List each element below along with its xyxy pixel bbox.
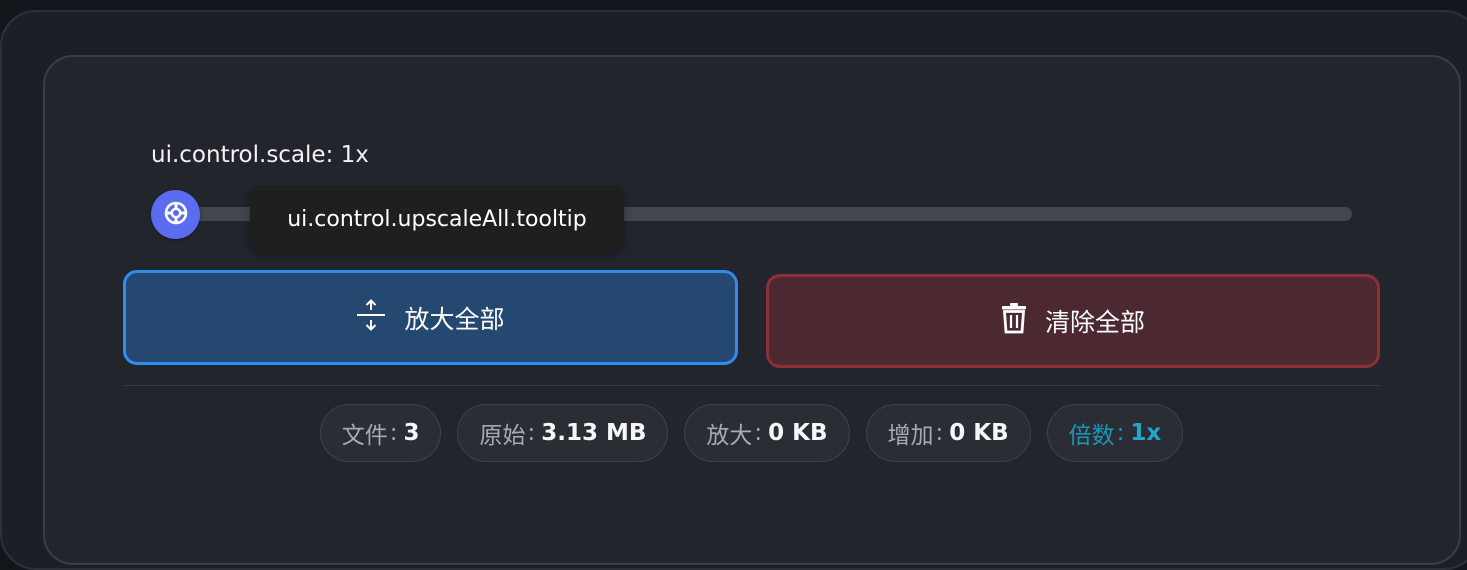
scale-slider-thumb[interactable] [151, 190, 200, 239]
expand-vertical-icon [356, 298, 386, 338]
stat-value: 1x [1130, 420, 1162, 446]
stat-upscaled-size: 放大:0 KB [684, 404, 850, 462]
stat-value: 0 KB [949, 420, 1009, 446]
stat-ratio: 倍数:1x [1046, 404, 1184, 462]
upscale-all-tooltip: ui.control.upscaleAll.tooltip [250, 186, 624, 252]
stat-value: 3.13 MB [541, 420, 647, 446]
stat-label: 放大 [706, 423, 753, 449]
stat-original-size: 原始:3.13 MB [457, 404, 669, 462]
upscale-all-label: 放大全部 [404, 304, 505, 334]
stat-increase: 增加:0 KB [865, 404, 1031, 462]
stat-value: 3 [403, 420, 420, 446]
clear-all-button[interactable]: 清除全部 [766, 274, 1380, 368]
lifebuoy-icon [163, 200, 189, 230]
scale-label: ui.control.scale: 1x [151, 142, 369, 168]
trash-icon [1001, 302, 1027, 340]
stat-label: 文件 [341, 423, 388, 449]
stat-label: 原始 [479, 423, 526, 449]
stat-label: 增加 [887, 423, 934, 449]
stat-files: 文件:3 [319, 404, 442, 462]
clear-all-label: 清除全部 [1044, 308, 1145, 337]
stats-bar: 文件:3 原始:3.13 MB 放大:0 KB 增加:0 KB 倍数:1x [0, 404, 1467, 462]
divider [123, 385, 1380, 386]
upscale-all-button[interactable]: 放大全部 [123, 270, 738, 365]
stat-value: 0 KB [768, 420, 828, 446]
stat-label: 倍数 [1068, 423, 1115, 449]
